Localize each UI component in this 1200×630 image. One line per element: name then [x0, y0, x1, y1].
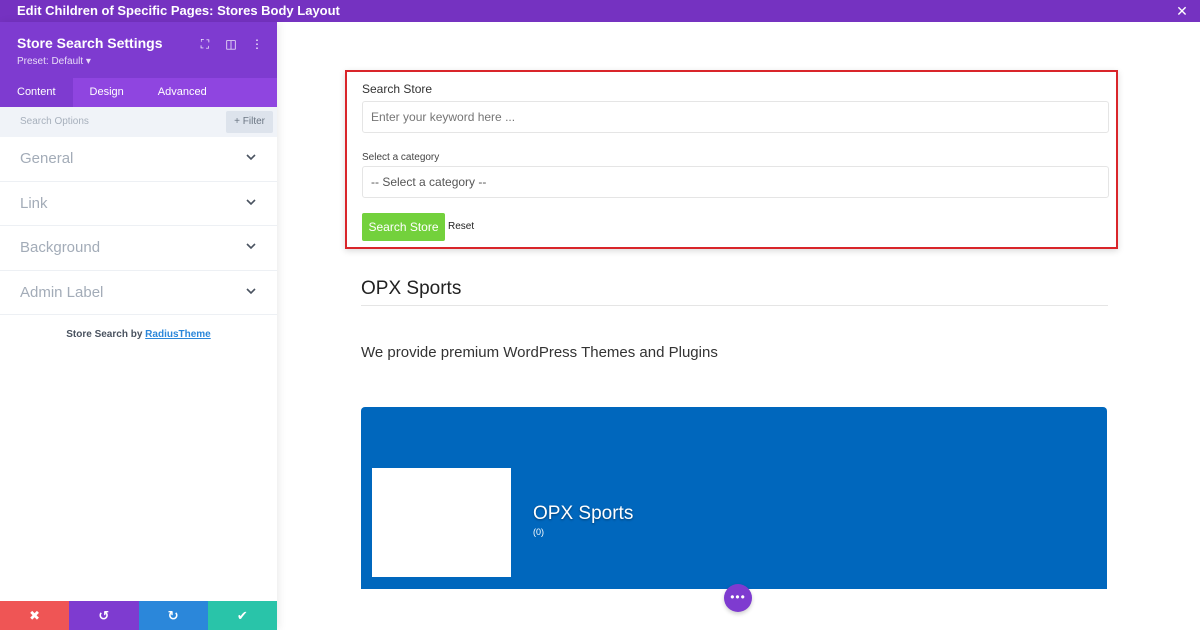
settings-panel: Store Search Settings Preset: Default ▾ … [0, 22, 277, 630]
tab-design[interactable]: Design [73, 78, 141, 107]
section-label: Background [20, 239, 101, 256]
store-title: OPX Sports [361, 278, 462, 299]
panel-title: Store Search Settings [17, 35, 163, 51]
store-thumbnail [372, 468, 511, 577]
undo-icon: ↺ [98, 607, 110, 623]
window-title: Edit Children of Specific Pages: Stores … [17, 3, 340, 18]
divider [361, 305, 1108, 306]
filter-label: Filter [242, 116, 265, 127]
ellipsis-icon: ••• [730, 590, 746, 604]
sidebar-toggle-icon[interactable]: ◫ [221, 36, 241, 52]
store-description: We provide premium WordPress Themes and … [361, 344, 718, 361]
check-icon: ✔ [236, 607, 248, 623]
chevron-down-icon [246, 243, 256, 250]
plus-icon: + [234, 116, 243, 127]
category-select[interactable]: -- Select a category -- [362, 166, 1109, 198]
section-label: Link [20, 194, 48, 212]
redo-icon: ↻ [167, 607, 179, 623]
more-options-icon[interactable]: ⋮ [247, 36, 267, 52]
panel-action-bar: ✖ ↺ ↻ ✔ [0, 601, 277, 630]
panel-header: Store Search Settings Preset: Default ▾ … [0, 22, 277, 78]
search-store-button[interactable]: Search Store [362, 213, 445, 241]
close-icon: ✖ [29, 607, 41, 623]
chevron-down-icon [246, 198, 256, 205]
credit-link[interactable]: RadiusTheme [145, 329, 211, 340]
reset-link[interactable]: Reset [448, 221, 474, 232]
search-options-input[interactable]: Search Options [20, 116, 89, 127]
cancel-button[interactable]: ✖ [0, 601, 70, 630]
undo-button[interactable]: ↺ [69, 601, 139, 630]
more-actions-button[interactable]: ••• [724, 584, 752, 612]
section-label: General [20, 150, 74, 167]
store-card-count: (0) [533, 527, 544, 537]
section-label: Admin Label [20, 283, 104, 301]
store-card[interactable]: OPX Sports (0) [361, 407, 1107, 589]
chevron-down-icon [246, 154, 256, 161]
chevron-down-icon [246, 287, 256, 294]
search-store-label: Search Store [362, 82, 433, 96]
close-icon[interactable]: ✕ [1174, 0, 1190, 22]
section-background[interactable]: Background [0, 226, 277, 271]
redo-button[interactable]: ↻ [138, 601, 208, 630]
fullscreen-icon[interactable]: ⛶ [195, 36, 215, 52]
tab-content[interactable]: Content [0, 78, 73, 107]
section-admin-label[interactable]: Admin Label [0, 271, 277, 315]
credit-prefix: Store Search by [66, 329, 143, 340]
store-search-module[interactable]: Search Store Select a category -- Select… [345, 70, 1118, 249]
section-general[interactable]: General [0, 137, 277, 182]
window-title-bar: Edit Children of Specific Pages: Stores … [0, 0, 1200, 22]
section-link[interactable]: Link [0, 182, 277, 226]
filter-button[interactable]: + Filter [226, 111, 273, 133]
search-options-bar: Search Options + Filter [0, 107, 277, 137]
panel-tabs: Content Design Advanced [0, 78, 277, 107]
store-card-name[interactable]: OPX Sports [533, 503, 633, 525]
category-label: Select a category [362, 152, 440, 163]
tab-advanced[interactable]: Advanced [141, 78, 224, 107]
preset-selector[interactable]: Preset: Default ▾ [17, 56, 91, 67]
keyword-input[interactable] [362, 101, 1109, 133]
module-credit: Store Search by RadiusTheme [0, 329, 277, 340]
save-button[interactable]: ✔ [207, 601, 277, 630]
